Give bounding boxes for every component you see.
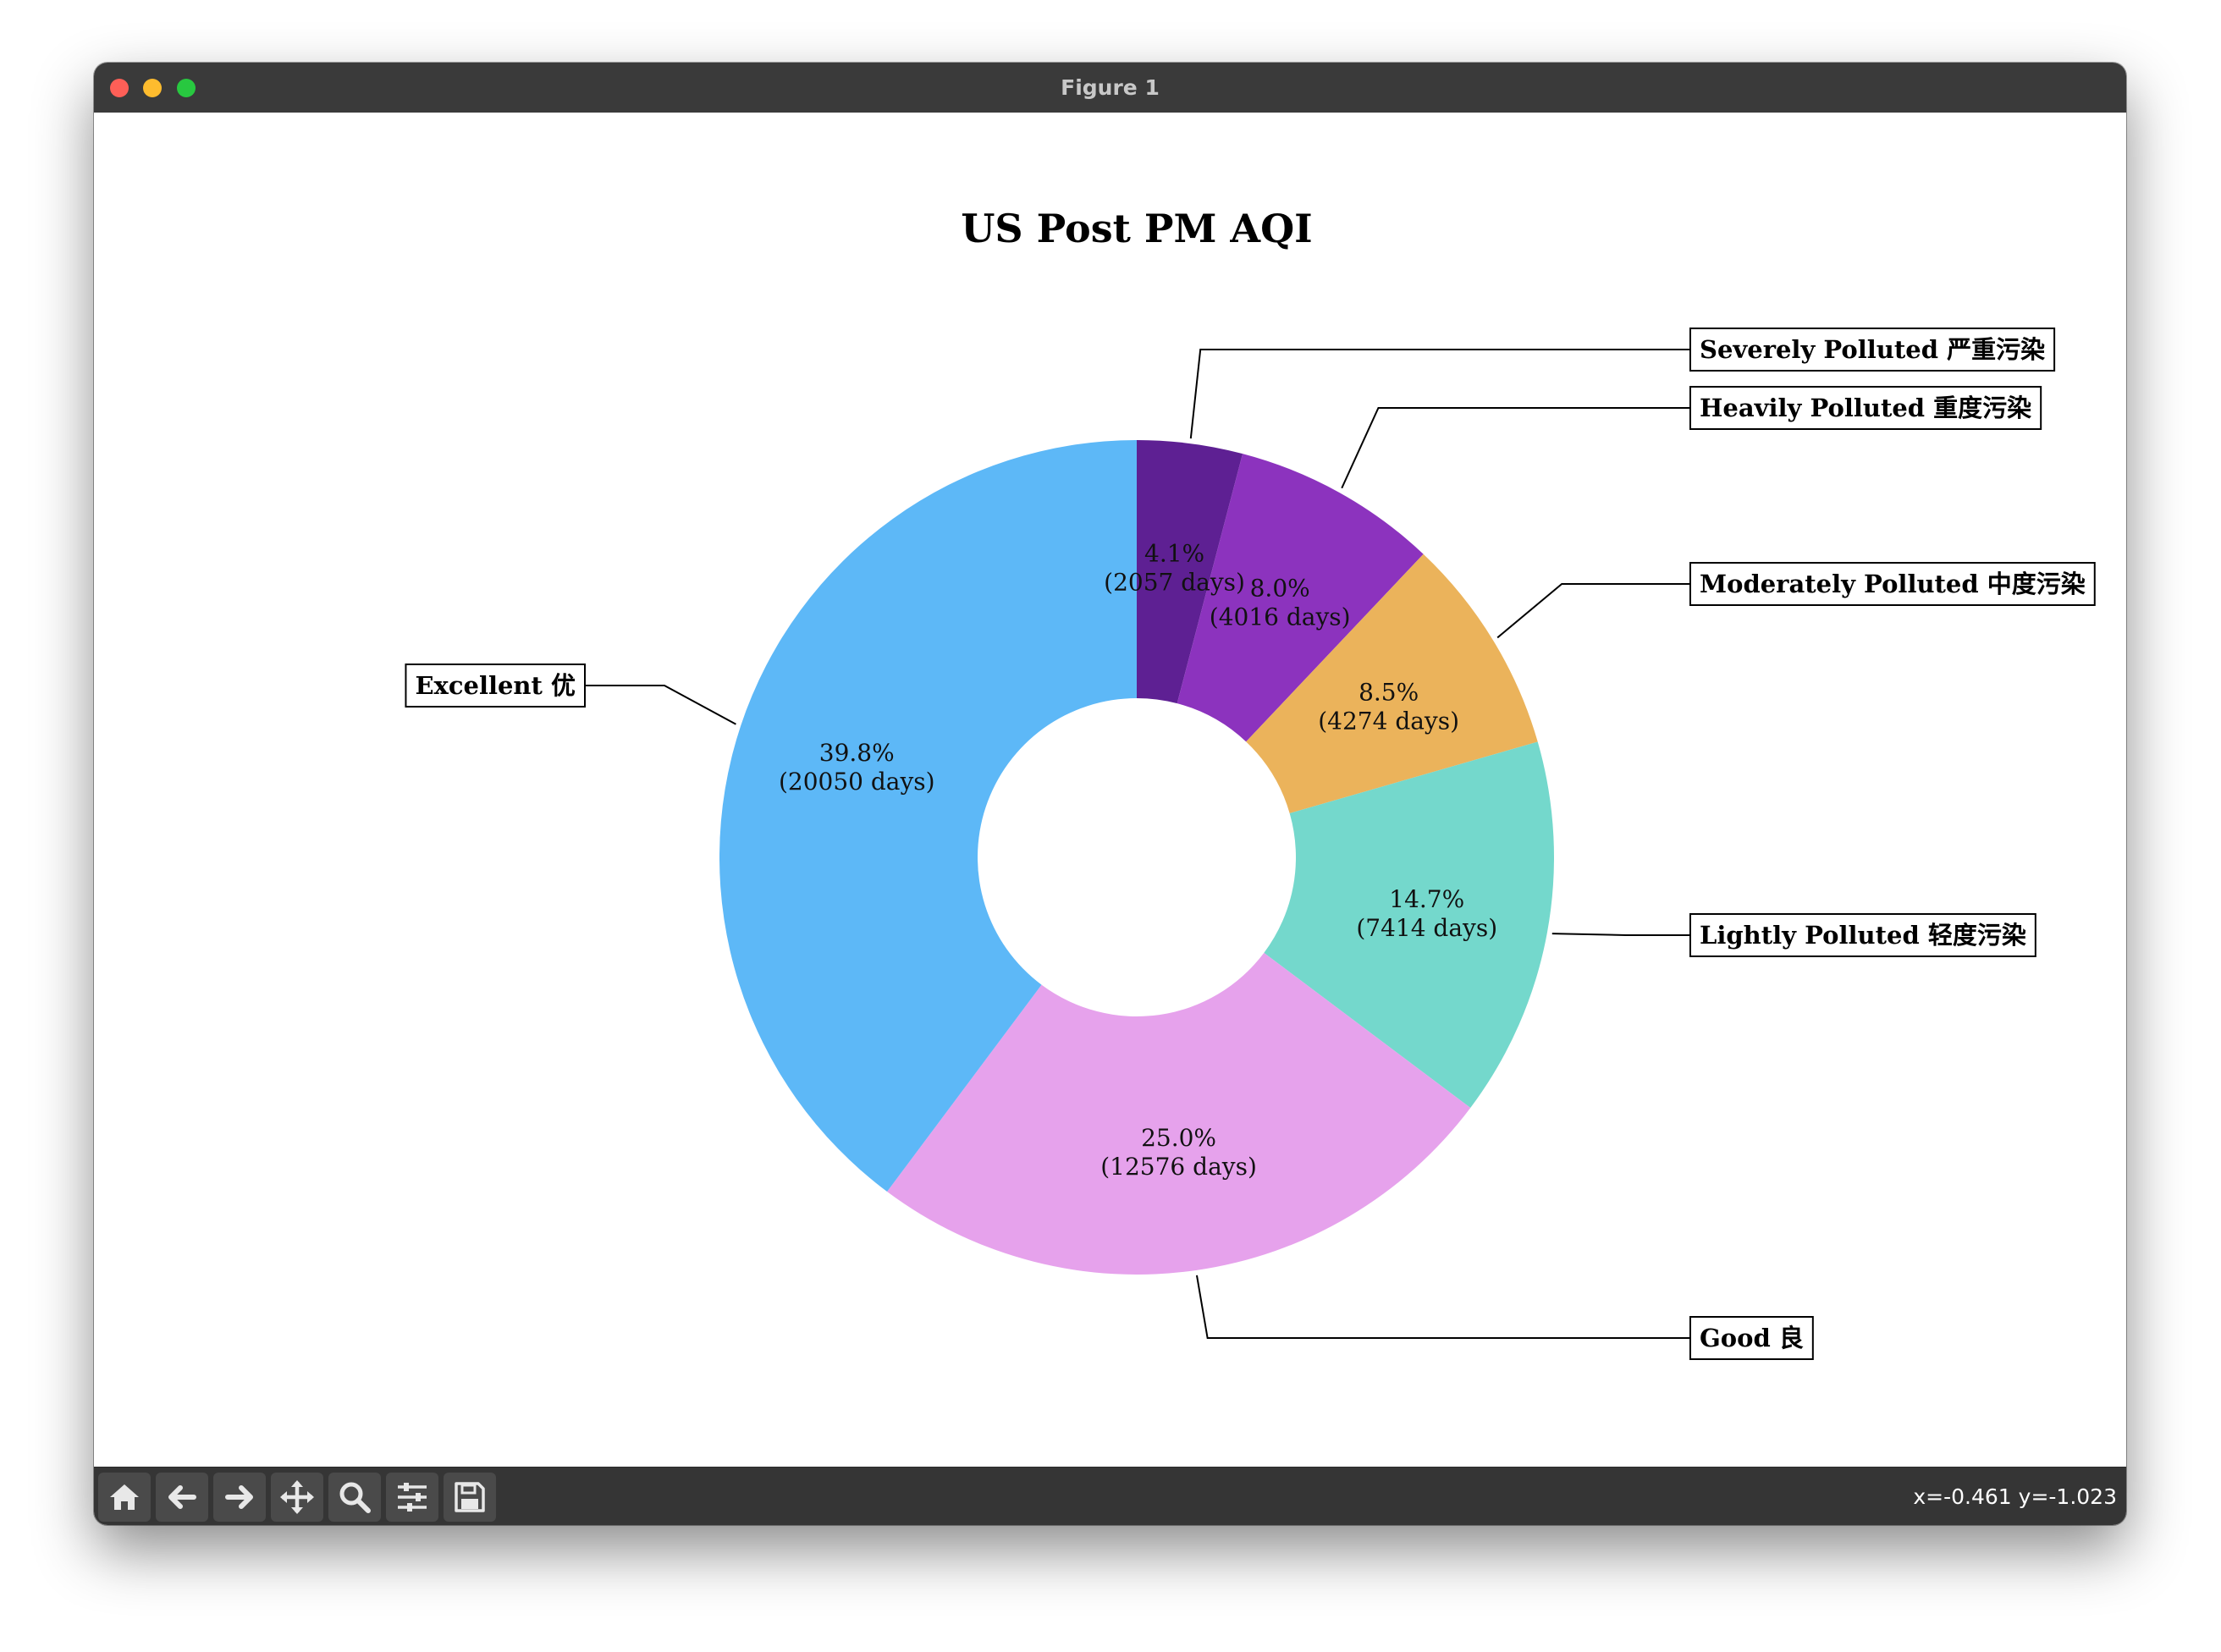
forward-button[interactable] (213, 1473, 266, 1522)
slice-days: (4274 days) (1318, 708, 1459, 735)
title-bar: Figure 1 (94, 63, 2126, 113)
outer-label-moderately: Moderately Polluted 中度污染 (1700, 570, 2086, 598)
configure-subplots-button[interactable] (386, 1473, 438, 1522)
slice-percent: 14.7% (1389, 885, 1464, 913)
slice-days: (4016 days) (1210, 603, 1351, 631)
leader-line (585, 685, 736, 725)
slices-group (719, 440, 1554, 1275)
outer-label-heavily: Heavily Polluted 重度污染 (1700, 394, 2031, 422)
leader-line (1189, 349, 1690, 439)
leader-line (1551, 933, 1690, 936)
slice-percent: 25.0% (1141, 1124, 1216, 1152)
chart-title: US Post PM AQI (961, 206, 1312, 251)
plot-canvas[interactable]: US Post PM AQI 4.1% (2057 days) 8.0% (4016 … (94, 113, 2126, 1467)
zoom-magnifier-icon (339, 1482, 371, 1513)
outer-label-excellent: Excellent 优 (415, 671, 576, 700)
window-title: Figure 1 (1061, 75, 1160, 100)
save-disk-icon (455, 1482, 485, 1512)
home-button[interactable] (98, 1473, 151, 1522)
slice-percent: 8.0% (1250, 574, 1310, 602)
pan-button[interactable] (271, 1473, 323, 1522)
donut-chart: US Post PM AQI 4.1% (2057 days) 8.0% (4016 … (405, 206, 2096, 1360)
figure-window: Figure 1 US Post PM AQI 4.1% (2057 days) 8… (94, 63, 2126, 1525)
back-arrow-icon (168, 1485, 196, 1509)
pan-move-icon (280, 1480, 314, 1514)
save-button[interactable] (444, 1473, 496, 1522)
leader-line (1496, 583, 1690, 639)
leader-line (1195, 1275, 1690, 1339)
outer-label-good: Good 良 (1700, 1324, 1804, 1352)
configure-subplots-icon (398, 1483, 427, 1512)
forward-arrow-icon (225, 1485, 253, 1509)
slice-days: (20050 days) (779, 768, 935, 796)
slice-percent: 4.1% (1144, 539, 1204, 567)
slice-days: (12576 days) (1100, 1153, 1257, 1181)
outer-label-severely: Severely Polluted 严重污染 (1700, 335, 2045, 364)
home-icon (110, 1484, 139, 1510)
zoom-button[interactable] (328, 1473, 381, 1522)
outer-label-lightly: Lightly Polluted 轻度污染 (1700, 921, 2026, 950)
slice-percent: 39.8% (819, 739, 895, 767)
slice-percent: 8.5% (1359, 679, 1419, 707)
navigation-toolbar: x=-0.461 y=-1.023 (94, 1467, 2126, 1525)
slice-days: (2057 days) (1104, 568, 1245, 596)
slice-days: (7414 days) (1356, 914, 1497, 942)
back-button[interactable] (156, 1473, 208, 1522)
cursor-coordinates: x=-0.461 y=-1.023 (1913, 1484, 2117, 1509)
leader-line (1341, 407, 1690, 489)
